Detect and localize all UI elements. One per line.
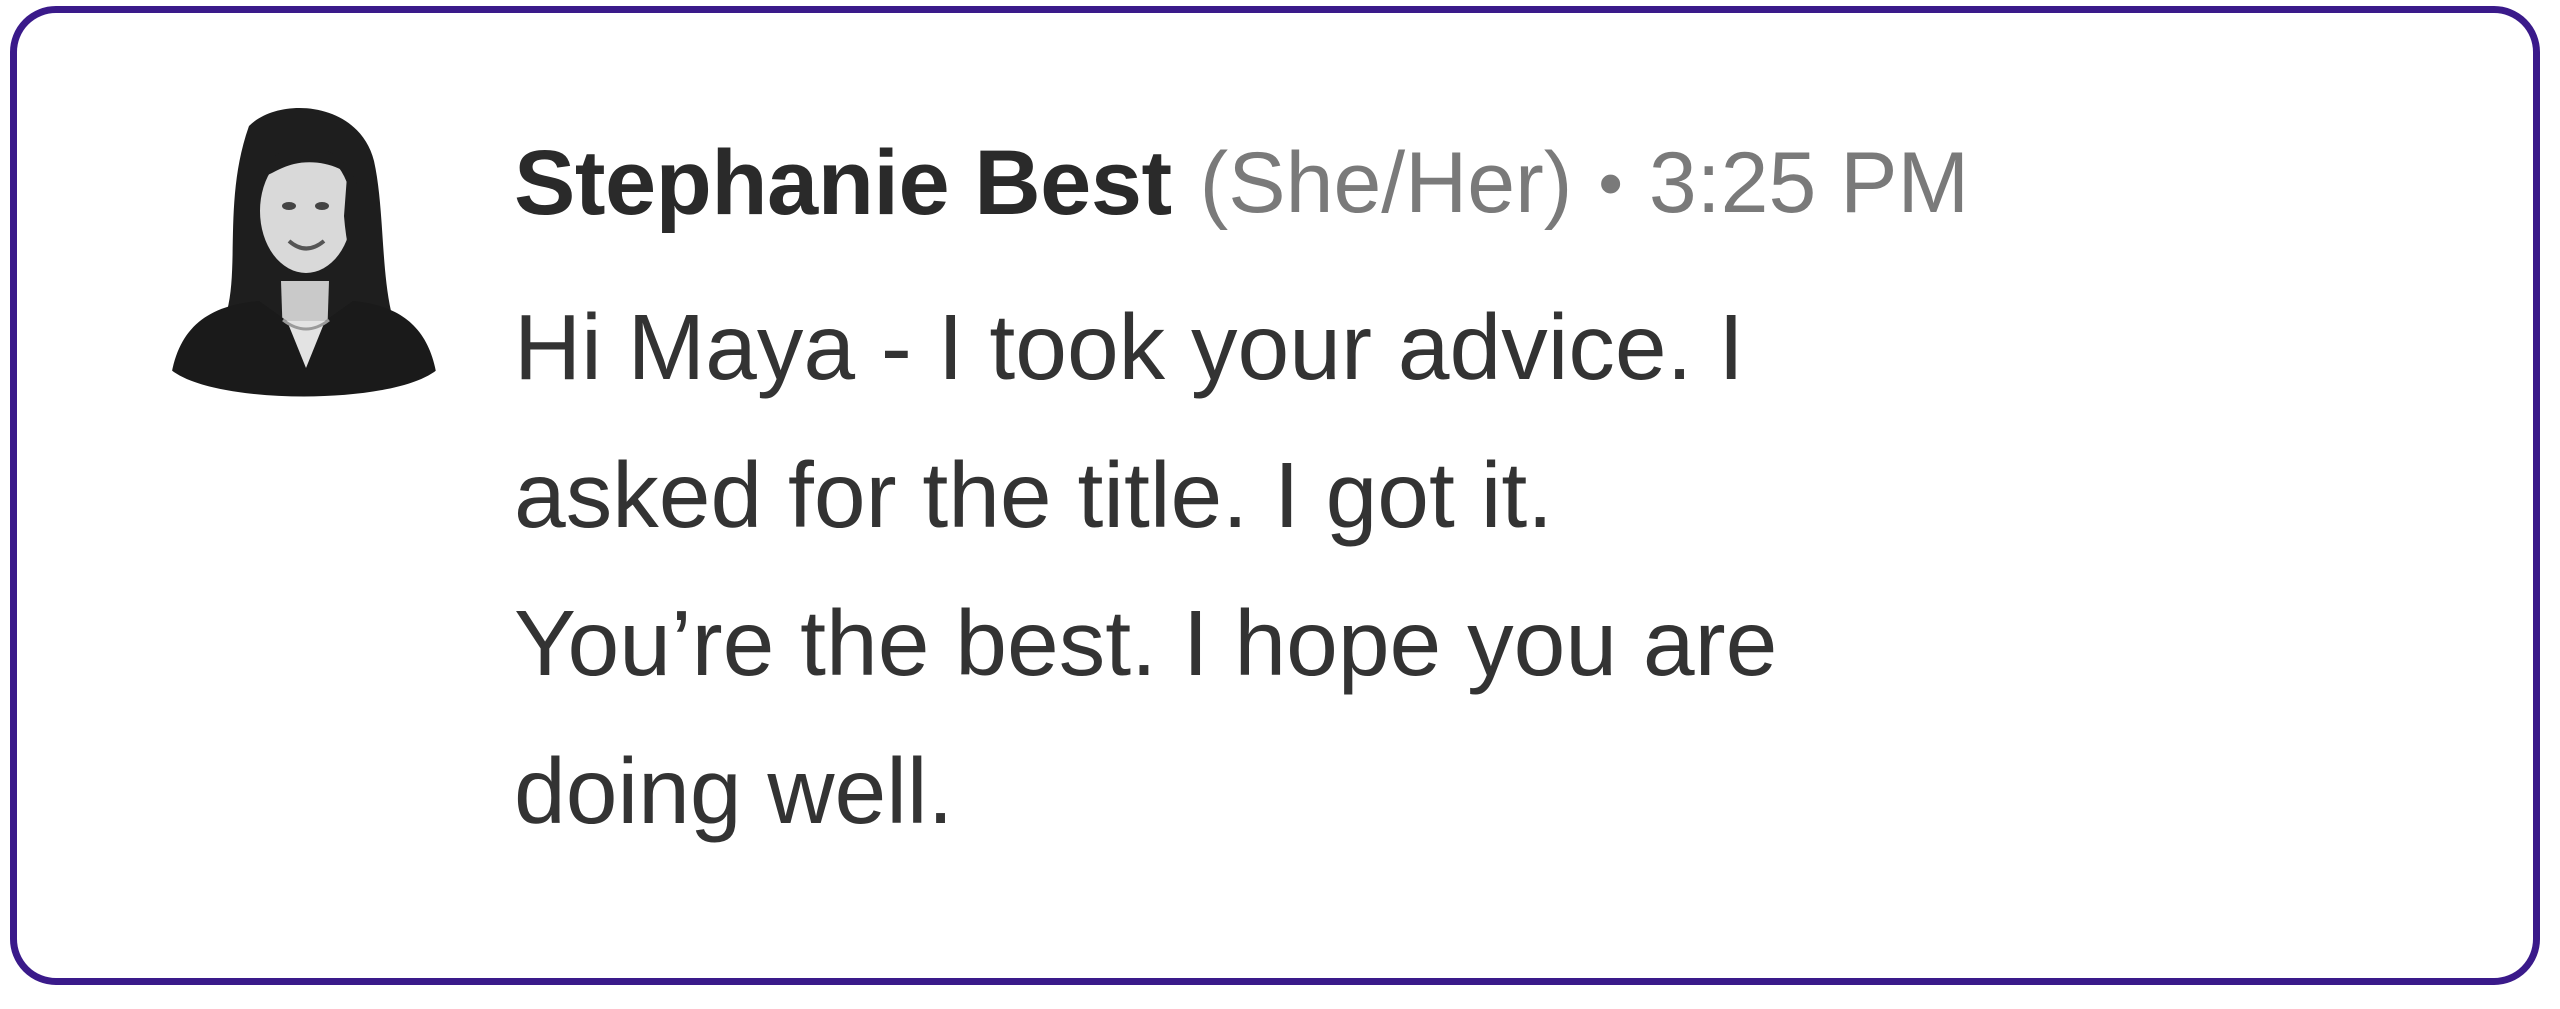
message-line: doing well.: [514, 739, 954, 843]
separator-dot: •: [1598, 144, 1623, 222]
sender-pronouns: (She/Her): [1199, 134, 1573, 231]
message-text: Hi Maya - I took your advice. I asked fo…: [514, 273, 2414, 865]
message-line: Hi Maya - I took your advice. I: [514, 295, 1745, 399]
avatar-photo-icon: [169, 108, 439, 406]
sender-name-link[interactable]: Stephanie Best: [514, 131, 1172, 236]
message-line: asked for the title. I got it.: [514, 443, 1554, 547]
message-timestamp: 3:25 PM: [1648, 134, 1970, 231]
sender-avatar[interactable]: [169, 106, 439, 406]
message-card: Stephanie Best (She/Her) • 3:25 PM Hi Ma…: [10, 6, 2540, 985]
message-line: You’re the best. I hope you are: [514, 591, 1778, 695]
message-content: Stephanie Best (She/Her) • 3:25 PM Hi Ma…: [514, 123, 2414, 865]
message-header: Stephanie Best (She/Her) • 3:25 PM: [514, 123, 2414, 243]
